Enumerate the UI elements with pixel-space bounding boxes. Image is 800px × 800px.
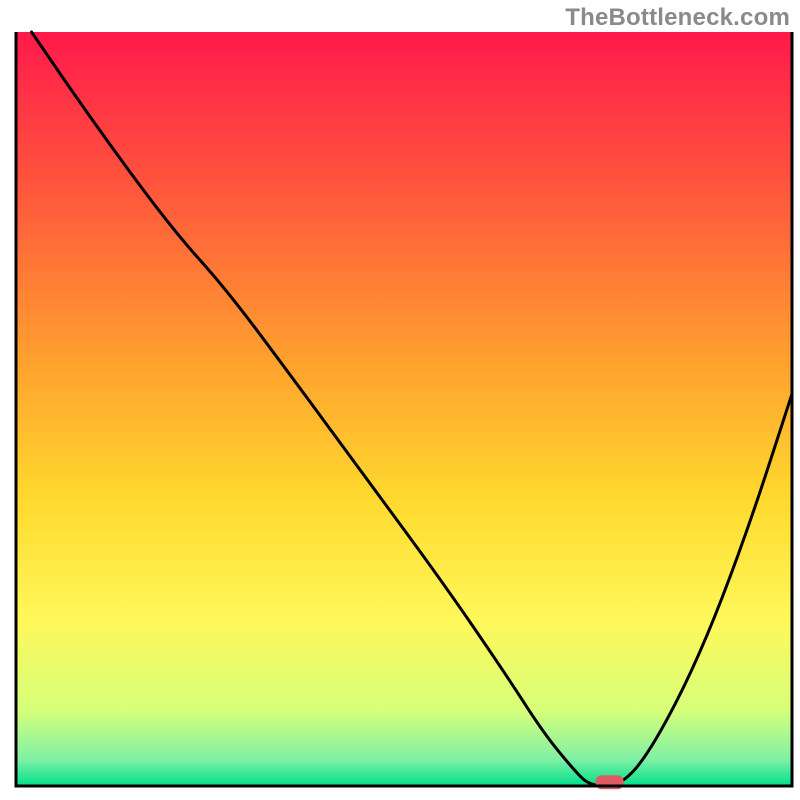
plot-background: [16, 32, 792, 786]
chart-stage: TheBottleneck.com: [0, 0, 800, 800]
bottleneck-chart: [0, 0, 800, 800]
watermark-text: TheBottleneck.com: [565, 4, 790, 32]
